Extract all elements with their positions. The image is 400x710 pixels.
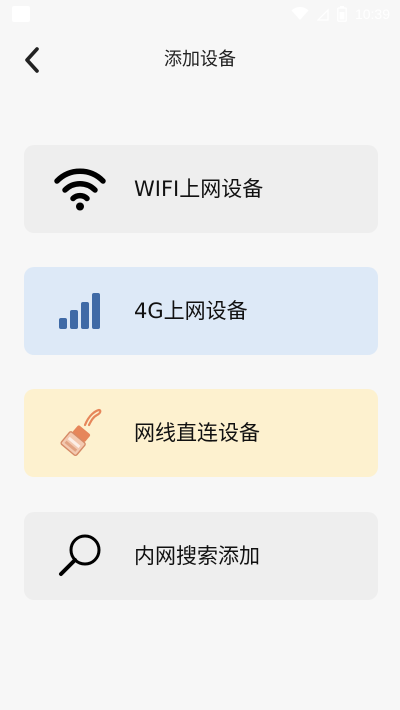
option-label: 4G上网设备	[134, 299, 248, 323]
notification-square-icon	[12, 6, 30, 22]
option-label: 网线直连设备	[134, 421, 260, 445]
option-lan-search[interactable]: 内网搜索添加	[24, 512, 378, 600]
option-wifi-device[interactable]: WIFI上网设备	[24, 145, 378, 233]
option-4g-device[interactable]: 4G上网设备	[24, 267, 378, 355]
chevron-left-icon	[25, 47, 39, 73]
ethernet-cable-icon	[52, 405, 108, 461]
status-time: 10:39	[354, 6, 390, 22]
header: 添加设备	[0, 40, 400, 80]
battery-icon	[337, 6, 347, 22]
status-bar: 10:39	[0, 0, 400, 28]
signal-bars-icon	[52, 283, 108, 339]
option-label: WIFI上网设备	[134, 177, 264, 201]
no-signal-icon	[316, 8, 329, 21]
page-title: 添加设备	[164, 49, 236, 70]
option-label: 内网搜索添加	[134, 544, 260, 568]
wifi-icon	[52, 161, 108, 217]
status-icons: 10:39	[291, 4, 390, 24]
wifi-signal-icon	[291, 7, 309, 20]
option-ethernet-device[interactable]: 网线直连设备	[24, 389, 378, 477]
back-button[interactable]	[16, 42, 48, 78]
search-icon	[52, 528, 108, 584]
